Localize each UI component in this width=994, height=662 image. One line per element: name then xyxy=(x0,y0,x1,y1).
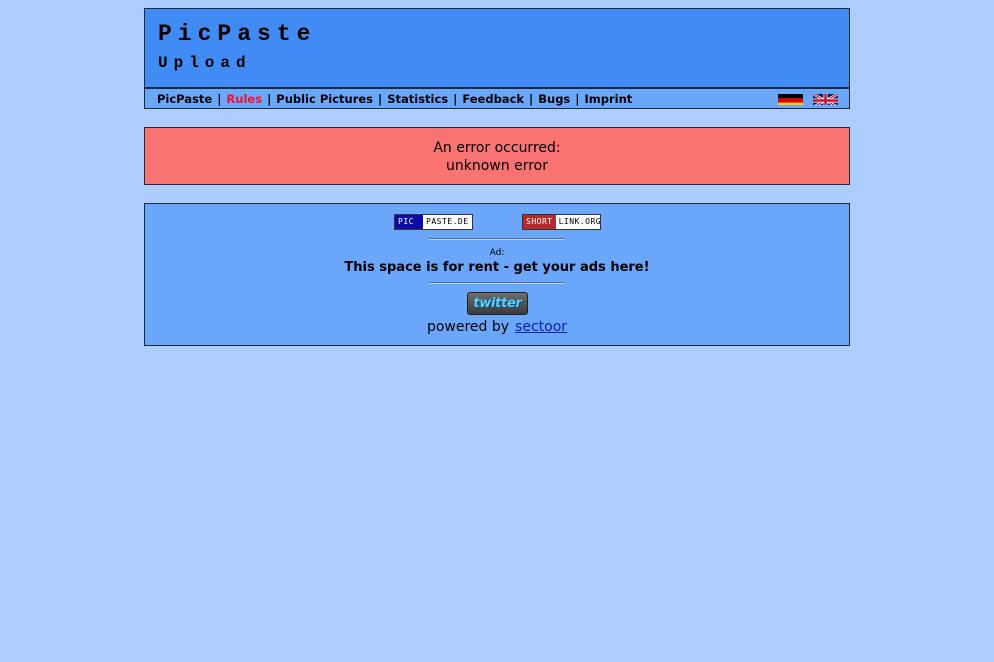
error-message-box: An error occurred: unknown error xyxy=(144,127,850,185)
divider xyxy=(429,238,565,240)
german-flag-icon[interactable] xyxy=(778,92,803,105)
nav-separator: | xyxy=(529,92,534,106)
picpaste-badge[interactable]: PIC PASTE.DE xyxy=(394,214,473,230)
uk-flag-icon[interactable] xyxy=(813,92,838,105)
badge-part: SHORT xyxy=(523,215,556,229)
nav-separator: | xyxy=(453,92,458,106)
nav-separator: | xyxy=(267,92,272,106)
nav-bar: PicPaste | Rules | Public Pictures | Statistic… xyxy=(145,87,849,108)
header-box: PicPaste Upload PicPaste | Rules | Public Pi… xyxy=(144,8,850,109)
nav-link-statistics[interactable]: Statistics xyxy=(387,92,448,106)
nav-links: PicPaste | Rules | Public Pictures | Statistic… xyxy=(157,92,632,106)
nav-separator: | xyxy=(575,92,580,106)
page-subtitle: Upload xyxy=(158,54,252,72)
nav-separator: | xyxy=(378,92,383,106)
error-title: An error occurred: xyxy=(433,140,561,156)
sectoor-link[interactable]: sectoor xyxy=(515,319,567,335)
nav-link-rules[interactable]: Rules xyxy=(226,92,262,106)
divider xyxy=(429,282,565,284)
nav-separator: | xyxy=(217,92,222,106)
nav-link-picpaste[interactable]: PicPaste xyxy=(157,92,212,106)
twitter-logo-icon: twitter xyxy=(473,296,522,311)
nav-link-feedback[interactable]: Feedback xyxy=(462,92,524,106)
nav-link-bugs[interactable]: Bugs xyxy=(538,92,570,106)
site-title: PicPaste xyxy=(158,21,317,47)
badge-part: PIC xyxy=(395,215,423,229)
ad-text[interactable]: This space is for rent - get your ads he… xyxy=(145,260,849,275)
powered-by-label: powered by xyxy=(426,319,510,335)
nav-link-public-pictures[interactable]: Public Pictures xyxy=(276,92,373,106)
badge-part: LINK.ORG xyxy=(558,217,601,226)
twitter-button[interactable]: twitter xyxy=(467,292,528,315)
nav-link-imprint[interactable]: Imprint xyxy=(584,92,632,106)
badge-part: PASTE.DE xyxy=(426,217,469,226)
shortlink-badge[interactable]: SHORT LINK.ORG xyxy=(522,214,601,230)
ad-label: Ad: xyxy=(489,248,505,258)
powered-by: powered by sectoor xyxy=(145,319,849,335)
error-detail: unknown error xyxy=(446,158,548,174)
footer-box: PIC PASTE.DE SHORT LINK.ORG Ad: This spa… xyxy=(144,203,850,346)
